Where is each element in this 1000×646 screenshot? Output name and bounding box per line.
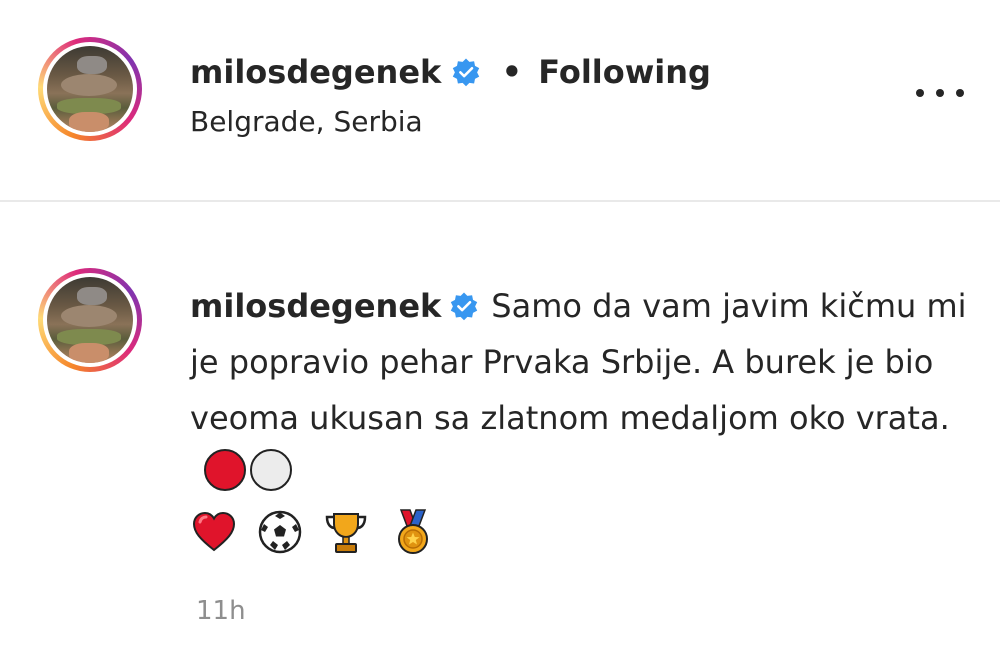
- post-author-username[interactable]: milosdegenek: [190, 53, 441, 91]
- separator-dot: •: [501, 53, 523, 91]
- white-circle-icon: [250, 449, 292, 491]
- comment-author-avatar[interactable]: [38, 268, 142, 372]
- verified-badge-icon: [451, 292, 478, 321]
- avatar-image: [47, 46, 133, 132]
- emoji-row: [190, 502, 970, 558]
- avatar-image: [47, 277, 133, 363]
- comment-author-username[interactable]: milosdegenek: [190, 287, 441, 325]
- caption-comment: milosdegenek Samo da vam javim kičmu mi …: [190, 278, 970, 558]
- trophy-icon: [326, 513, 367, 553]
- more-options-icon[interactable]: [916, 78, 964, 108]
- sports-medal-icon: [397, 509, 428, 554]
- divider: [0, 200, 1000, 202]
- post-author-avatar[interactable]: [38, 37, 142, 141]
- red-circle-icon: [204, 449, 246, 491]
- following-button[interactable]: Following: [538, 53, 711, 91]
- comment-timestamp[interactable]: 11h: [196, 596, 246, 626]
- post-header-line: milosdegenek • Following: [190, 50, 711, 94]
- verified-badge-icon: [453, 58, 480, 87]
- red-heart-icon: [192, 511, 236, 552]
- post-location[interactable]: Belgrade, Serbia: [190, 102, 423, 142]
- soccer-ball-icon: [258, 510, 302, 554]
